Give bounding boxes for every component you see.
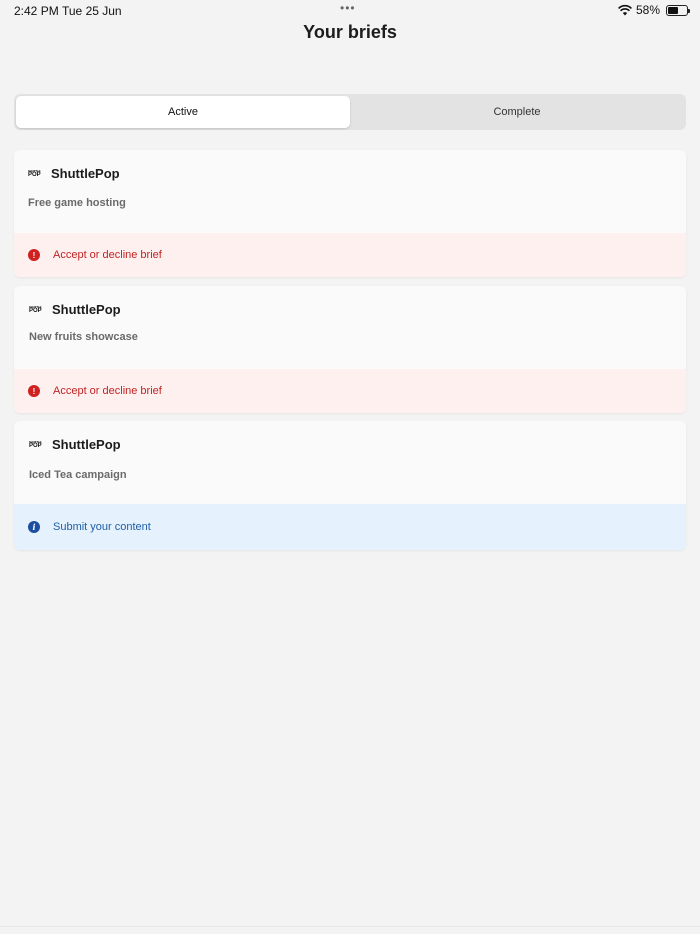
status-indicators: 58%: [618, 3, 690, 17]
brief-status-text: Accept or decline brief: [53, 385, 162, 397]
brief-title: New fruits showcase: [29, 331, 138, 343]
multitasking-dots[interactable]: •••: [340, 1, 356, 15]
exclamation-icon: !: [28, 249, 40, 261]
brand: SHUTTLE POP ShuttlePop: [28, 166, 120, 181]
brand-name: ShuttlePop: [52, 302, 121, 317]
brand-logo-text: POP: [29, 307, 42, 314]
brand-logo: SHUTTLE POP: [29, 440, 45, 450]
status-date: Tue 25 Jun: [62, 4, 122, 18]
brief-title: Iced Tea campaign: [29, 469, 127, 481]
brief-status-text: Accept or decline brief: [53, 249, 162, 261]
battery-percent: 58%: [635, 3, 660, 17]
brief-card-header: SHUTTLE POP ShuttlePop Iced Tea campaign: [14, 421, 686, 504]
tab-complete[interactable]: Complete: [350, 96, 684, 128]
brief-action-submit-content[interactable]: i Submit your content: [14, 504, 686, 550]
brief-status-text: Submit your content: [53, 521, 151, 533]
exclamation-icon: !: [28, 385, 40, 397]
brief-status-tabs: Active Complete: [14, 94, 686, 130]
brand-name: ShuttlePop: [51, 166, 120, 181]
page-title: Your briefs: [303, 22, 397, 42]
brief-card-header: SHUTTLE POP ShuttlePop New fruits showca…: [14, 286, 686, 369]
info-icon: i: [28, 521, 40, 533]
brand-logo-text: POP: [28, 171, 41, 178]
bottom-divider: [0, 926, 700, 927]
brand-logo: SHUTTLE POP: [29, 305, 45, 315]
brand-name: ShuttlePop: [52, 437, 121, 452]
status-time: 2:42 PM: [14, 4, 59, 18]
brief-card[interactable]: SHUTTLE POP ShuttlePop Iced Tea campaign…: [14, 421, 686, 550]
brief-card-header: SHUTTLE POP ShuttlePop Free game hosting: [14, 150, 686, 233]
brief-action-accept-decline[interactable]: ! Accept or decline brief: [14, 369, 686, 413]
battery-level: [668, 6, 678, 14]
status-bar: 2:42 PM Tue 25 Jun ••• 58%: [0, 0, 700, 22]
brand-logo: SHUTTLE POP: [28, 169, 44, 179]
page: 2:42 PM Tue 25 Jun ••• 58% Your briefs A…: [0, 0, 700, 934]
brief-title: Free game hosting: [28, 197, 126, 209]
brand-logo-text: POP: [29, 442, 42, 449]
wifi-icon: [618, 4, 632, 16]
brand: SHUTTLE POP ShuttlePop: [29, 437, 121, 452]
tab-active[interactable]: Active: [16, 96, 350, 128]
brief-card[interactable]: SHUTTLE POP ShuttlePop New fruits showca…: [14, 286, 686, 413]
battery-icon: [666, 4, 690, 16]
brief-card[interactable]: SHUTTLE POP ShuttlePop Free game hosting…: [14, 150, 686, 277]
brand: SHUTTLE POP ShuttlePop: [29, 302, 121, 317]
brief-action-accept-decline[interactable]: ! Accept or decline brief: [14, 233, 686, 277]
